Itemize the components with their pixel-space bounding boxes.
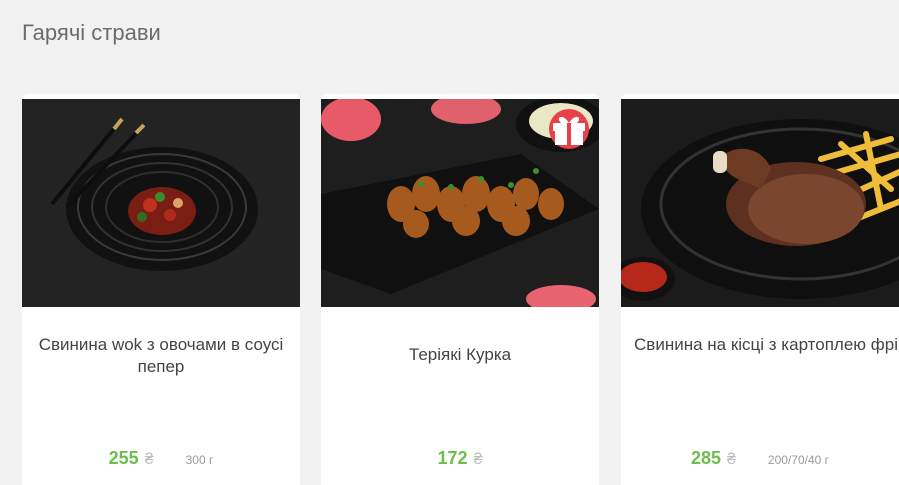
currency: ₴ [144, 451, 154, 468]
price: 285 [690, 448, 722, 468]
product-name[interactable]: Свинина wok з овочами в соусі пепер [34, 334, 288, 378]
product-card[interactable]: Свинина на кісці з картоплею фрі 285 ₴ 2… [621, 94, 899, 485]
product-image[interactable] [321, 99, 599, 307]
product-image[interactable] [22, 99, 300, 307]
page: Гарячі страви Свинина wok з овочами в со… [0, 0, 899, 485]
gift-badge[interactable] [549, 109, 589, 149]
gift-icon [553, 116, 585, 145]
product-card[interactable]: Теріякі Курка 172 ₴ [321, 94, 599, 485]
price: 255 [108, 448, 139, 468]
product-name[interactable]: Свинина на кісці з картоплею фрі [633, 334, 899, 356]
product-card[interactable]: Свинина wok з овочами в соусі пепер 255 … [22, 94, 300, 485]
price: 172 [437, 448, 468, 468]
product-image[interactable] [621, 99, 899, 307]
weight: 300 г [185, 453, 214, 467]
product-name[interactable]: Теріякі Курка [333, 344, 587, 366]
currency: ₴ [727, 451, 736, 468]
currency: ₴ [473, 451, 483, 468]
price-row: 255 ₴ 300 г [22, 448, 300, 472]
price-row: 172 ₴ [321, 448, 599, 472]
section-title: Гарячі страви [22, 20, 161, 45]
price-row: 285 ₴ 200/70/40 г [621, 448, 899, 472]
weight: 200/70/40 г [767, 453, 830, 467]
